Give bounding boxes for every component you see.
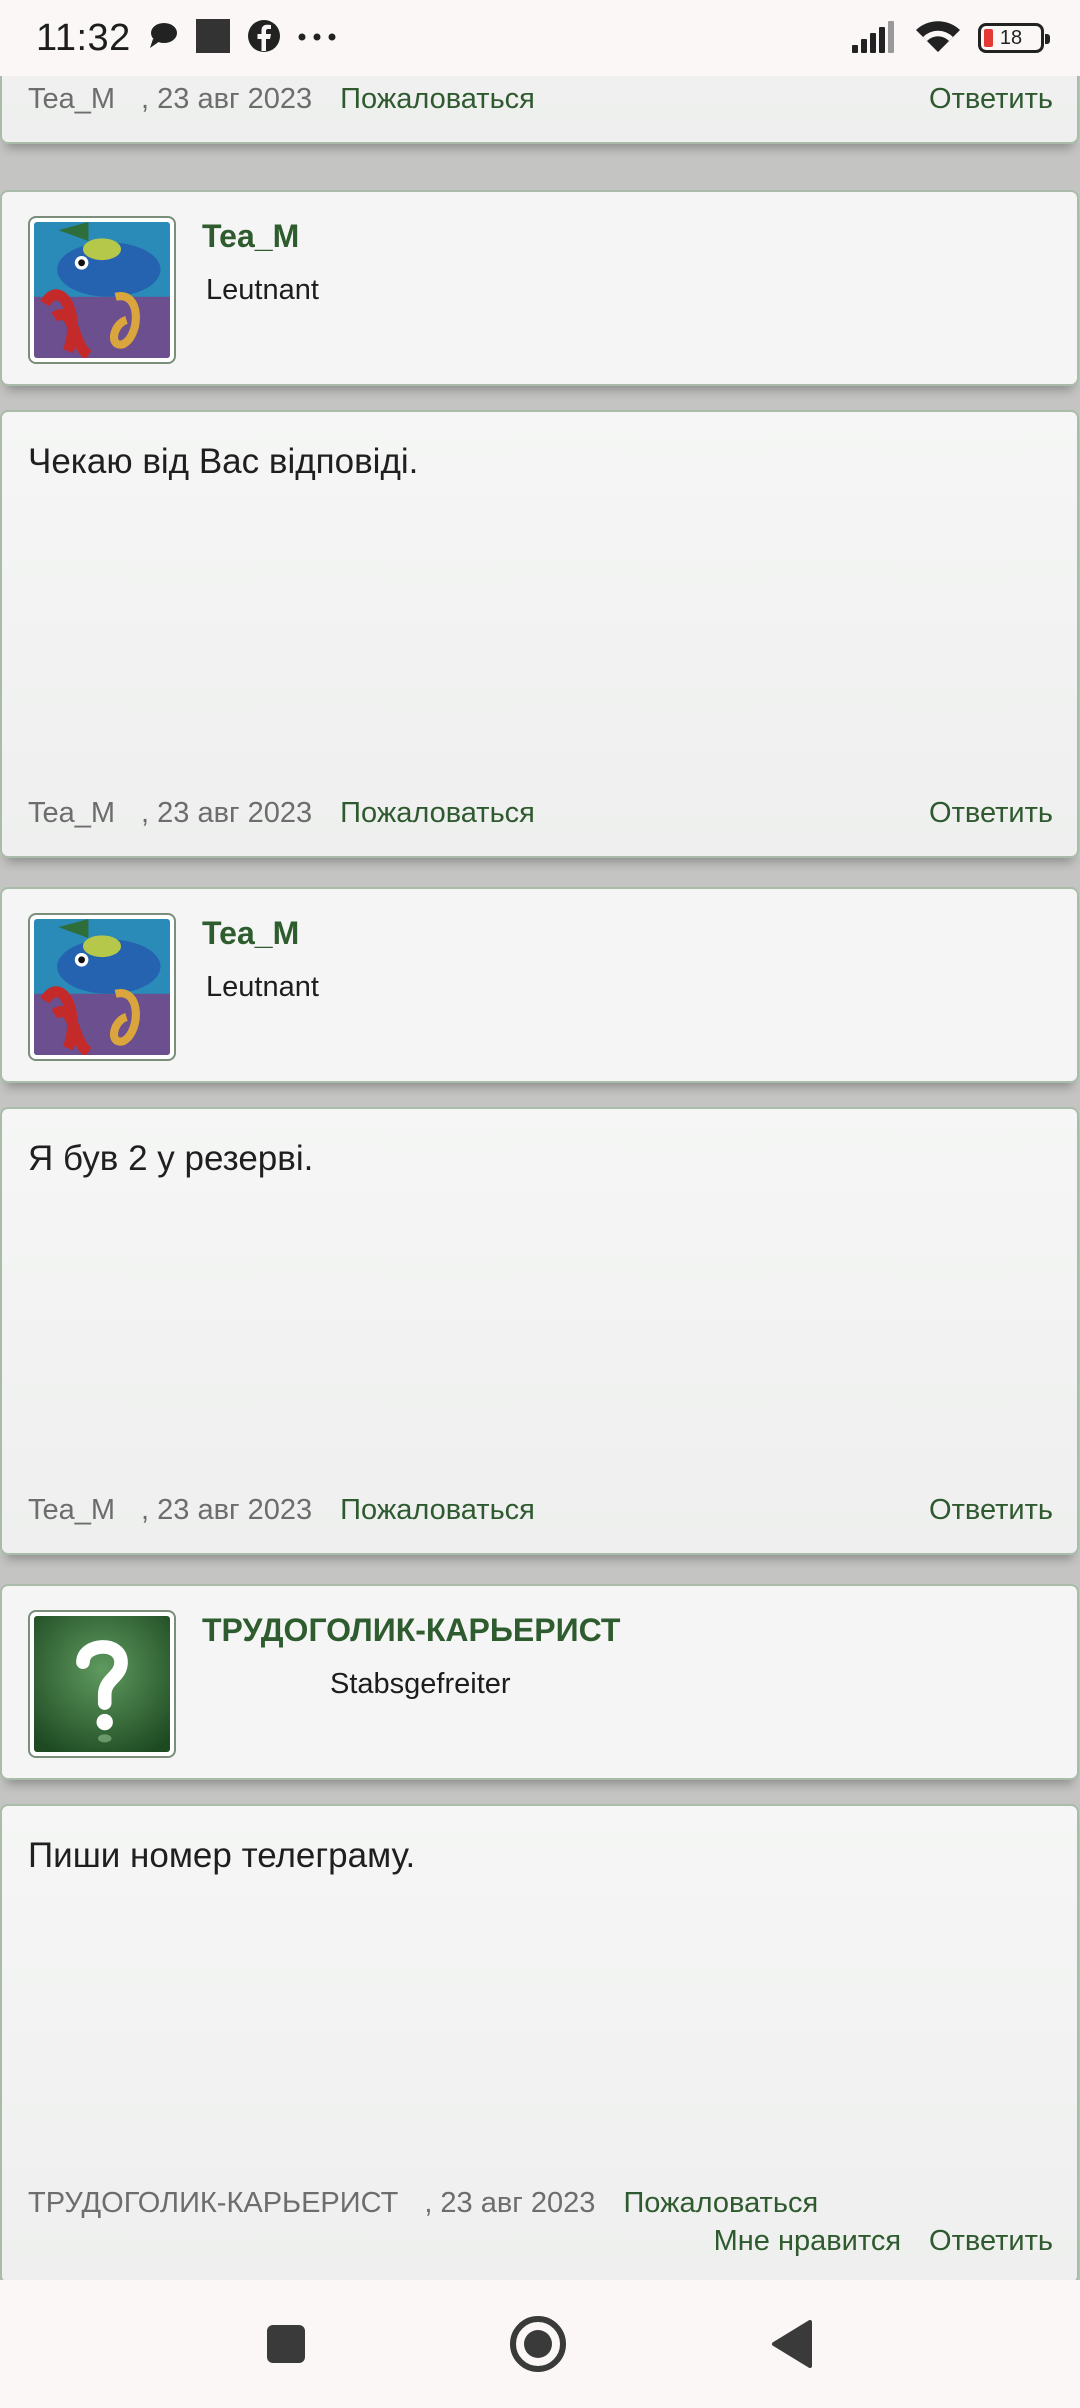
question-mark-avatar-icon bbox=[34, 1616, 170, 1752]
avatar[interactable] bbox=[28, 913, 176, 1061]
footer-author: Tea_M bbox=[28, 797, 116, 829]
avatar[interactable] bbox=[28, 1610, 176, 1758]
status-bar: 11:32 18 bbox=[0, 0, 1080, 76]
octopus-avatar-icon bbox=[34, 919, 170, 1055]
post-text: Пиши номер телеграму. bbox=[28, 1836, 416, 1875]
recents-square-icon[interactable] bbox=[256, 2314, 316, 2374]
post-card-partial: Tea_M , 23 авг 2023 Пожаловаться Ответит… bbox=[0, 76, 1079, 144]
author-name[interactable]: ТРУДОГОЛИК-КАРЬЕРИСТ bbox=[202, 1612, 620, 1649]
posts-feed[interactable]: Tea_M , 23 авг 2023 Пожаловаться Ответит… bbox=[0, 76, 1080, 2280]
navigation-bar bbox=[0, 2280, 1080, 2408]
author-rank: Leutnant bbox=[206, 971, 319, 1003]
avatar[interactable] bbox=[28, 216, 176, 364]
footer-author: ТРУДОГОЛИК-КАРЬЕРИСТ bbox=[28, 2187, 399, 2219]
chat-bubble-icon bbox=[147, 21, 179, 56]
back-triangle-icon[interactable] bbox=[762, 2314, 822, 2374]
post-text: Я був 2 у резерві. bbox=[28, 1139, 314, 1178]
status-time: 11:32 bbox=[36, 16, 131, 59]
footer-date: , 23 авг 2023 bbox=[141, 1494, 313, 1526]
complain-link[interactable]: Пожаловаться bbox=[340, 797, 535, 830]
facebook-icon bbox=[247, 19, 281, 58]
author-card: ТРУДОГОЛИК-КАРЬЕРИСТ Stabsgefreiter bbox=[0, 1584, 1079, 1780]
like-link[interactable]: Мне нравится bbox=[714, 2225, 901, 2258]
footer-author: Tea_M bbox=[28, 83, 116, 115]
complain-link[interactable]: Пожаловаться bbox=[340, 1494, 535, 1527]
post-card: Пиши номер телеграму. ТРУДОГОЛИК-КАРЬЕРИ… bbox=[0, 1804, 1079, 2280]
post-card: Чекаю від Вас відповіді. Tea_M , 23 авг … bbox=[0, 410, 1079, 858]
reply-link[interactable]: Ответить bbox=[929, 83, 1053, 116]
author-card: Tea_M Leutnant bbox=[0, 887, 1079, 1083]
wifi-icon bbox=[914, 18, 962, 59]
octopus-avatar-icon bbox=[34, 222, 170, 358]
post-actions: Мне нравится Ответить bbox=[28, 2225, 1053, 2258]
post-footer: ТРУДОГОЛИК-КАРЬЕРИСТ , 23 авг 2023 Пожал… bbox=[28, 2187, 1053, 2220]
post-footer: Tea_M , 23 авг 2023 Пожаловаться Ответит… bbox=[28, 83, 1053, 116]
home-circle-icon[interactable] bbox=[508, 2314, 568, 2374]
post-text: Чекаю від Вас відповіді. bbox=[28, 442, 419, 481]
square-icon bbox=[195, 18, 231, 59]
footer-date: , 23 авг 2023 bbox=[141, 797, 313, 829]
battery-level: 18 bbox=[999, 26, 1023, 49]
author-rank: Stabsgefreiter bbox=[330, 1668, 511, 1700]
reply-link[interactable]: Ответить bbox=[929, 797, 1053, 830]
battery-icon: 18 bbox=[978, 23, 1050, 53]
post-footer: Tea_M , 23 авг 2023 Пожаловаться Ответит… bbox=[28, 1494, 1053, 1527]
author-name[interactable]: Tea_M bbox=[202, 915, 299, 952]
complain-link[interactable]: Пожаловаться bbox=[623, 2187, 818, 2220]
post-footer: Tea_M , 23 авг 2023 Пожаловаться Ответит… bbox=[28, 797, 1053, 830]
footer-date: , 23 авг 2023 bbox=[141, 83, 313, 115]
reply-link[interactable]: Ответить bbox=[929, 1494, 1053, 1527]
footer-date: , 23 авг 2023 bbox=[424, 2187, 596, 2219]
author-card: Tea_M Leutnant bbox=[0, 190, 1079, 386]
author-name[interactable]: Tea_M bbox=[202, 218, 299, 255]
signal-icon bbox=[850, 19, 898, 58]
complain-link[interactable]: Пожаловаться bbox=[340, 83, 535, 116]
footer-author: Tea_M bbox=[28, 1494, 116, 1526]
more-dots-icon bbox=[297, 29, 337, 47]
reply-link[interactable]: Ответить bbox=[929, 2225, 1053, 2258]
author-rank: Leutnant bbox=[206, 274, 319, 306]
post-card: Я був 2 у резерві. Tea_M , 23 авг 2023 П… bbox=[0, 1107, 1079, 1555]
